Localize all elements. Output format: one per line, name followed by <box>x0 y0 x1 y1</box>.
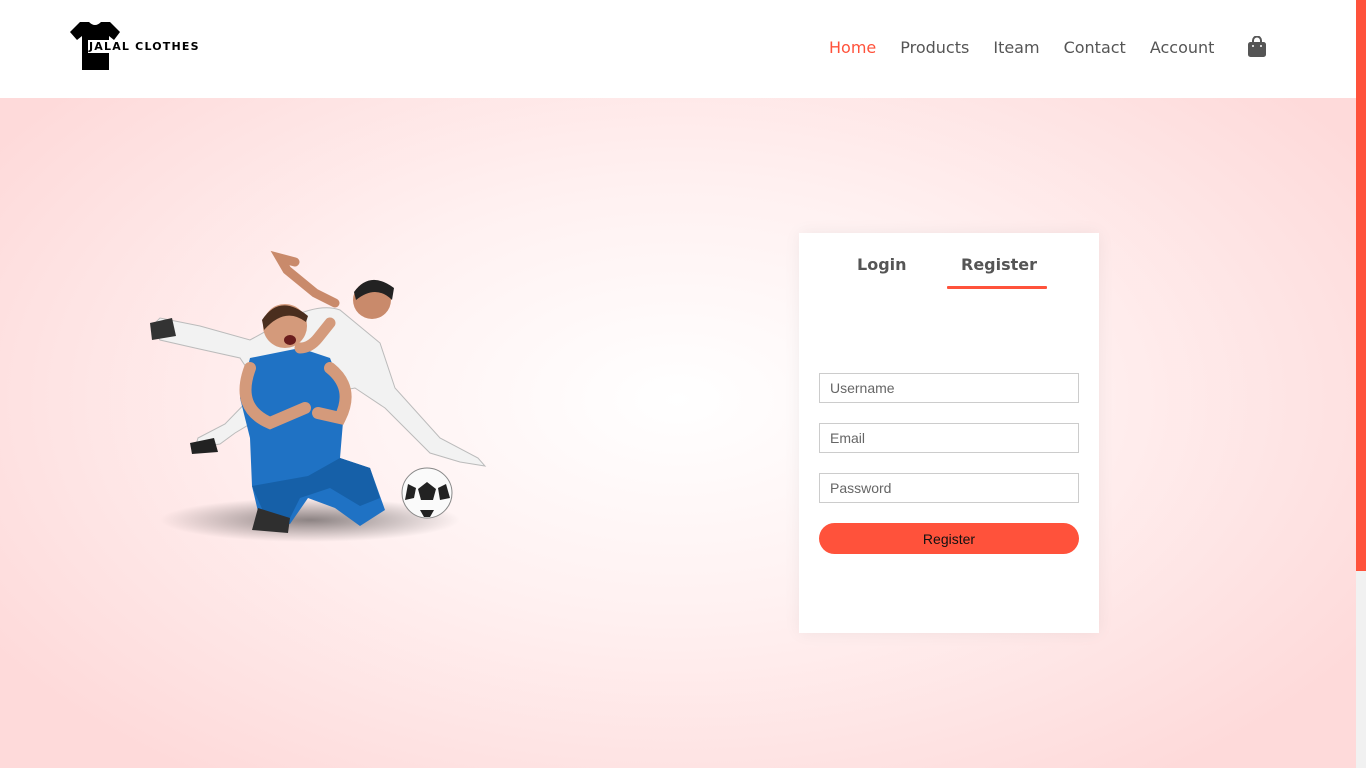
brand-logo[interactable]: JALAL CLOTHES <box>70 20 210 72</box>
nav-products[interactable]: Products <box>900 38 969 57</box>
tab-login[interactable]: Login <box>857 255 907 274</box>
username-input[interactable] <box>819 373 1079 403</box>
football-players-image <box>150 250 487 542</box>
nav-iteam[interactable]: Iteam <box>993 38 1039 57</box>
brand-name: JALAL CLOTHES <box>88 40 201 53</box>
main-nav: Home Products Iteam Contact Account <box>829 38 1214 57</box>
password-input[interactable] <box>819 473 1079 503</box>
hero-section: Login Register Register <box>0 98 1356 768</box>
shopping-bag-icon[interactable] <box>1247 35 1267 58</box>
active-tab-indicator <box>947 286 1047 289</box>
email-input[interactable] <box>819 423 1079 453</box>
navbar: JALAL CLOTHES Home Products Iteam Contac… <box>0 0 1356 98</box>
nav-account[interactable]: Account <box>1150 38 1215 57</box>
auth-form-card: Login Register Register <box>799 233 1099 633</box>
nav-home[interactable]: Home <box>829 38 876 57</box>
register-submit-button[interactable]: Register <box>819 523 1079 554</box>
tab-register[interactable]: Register <box>961 255 1037 274</box>
scrollbar-thumb[interactable] <box>1356 0 1366 571</box>
nav-contact[interactable]: Contact <box>1064 38 1126 57</box>
